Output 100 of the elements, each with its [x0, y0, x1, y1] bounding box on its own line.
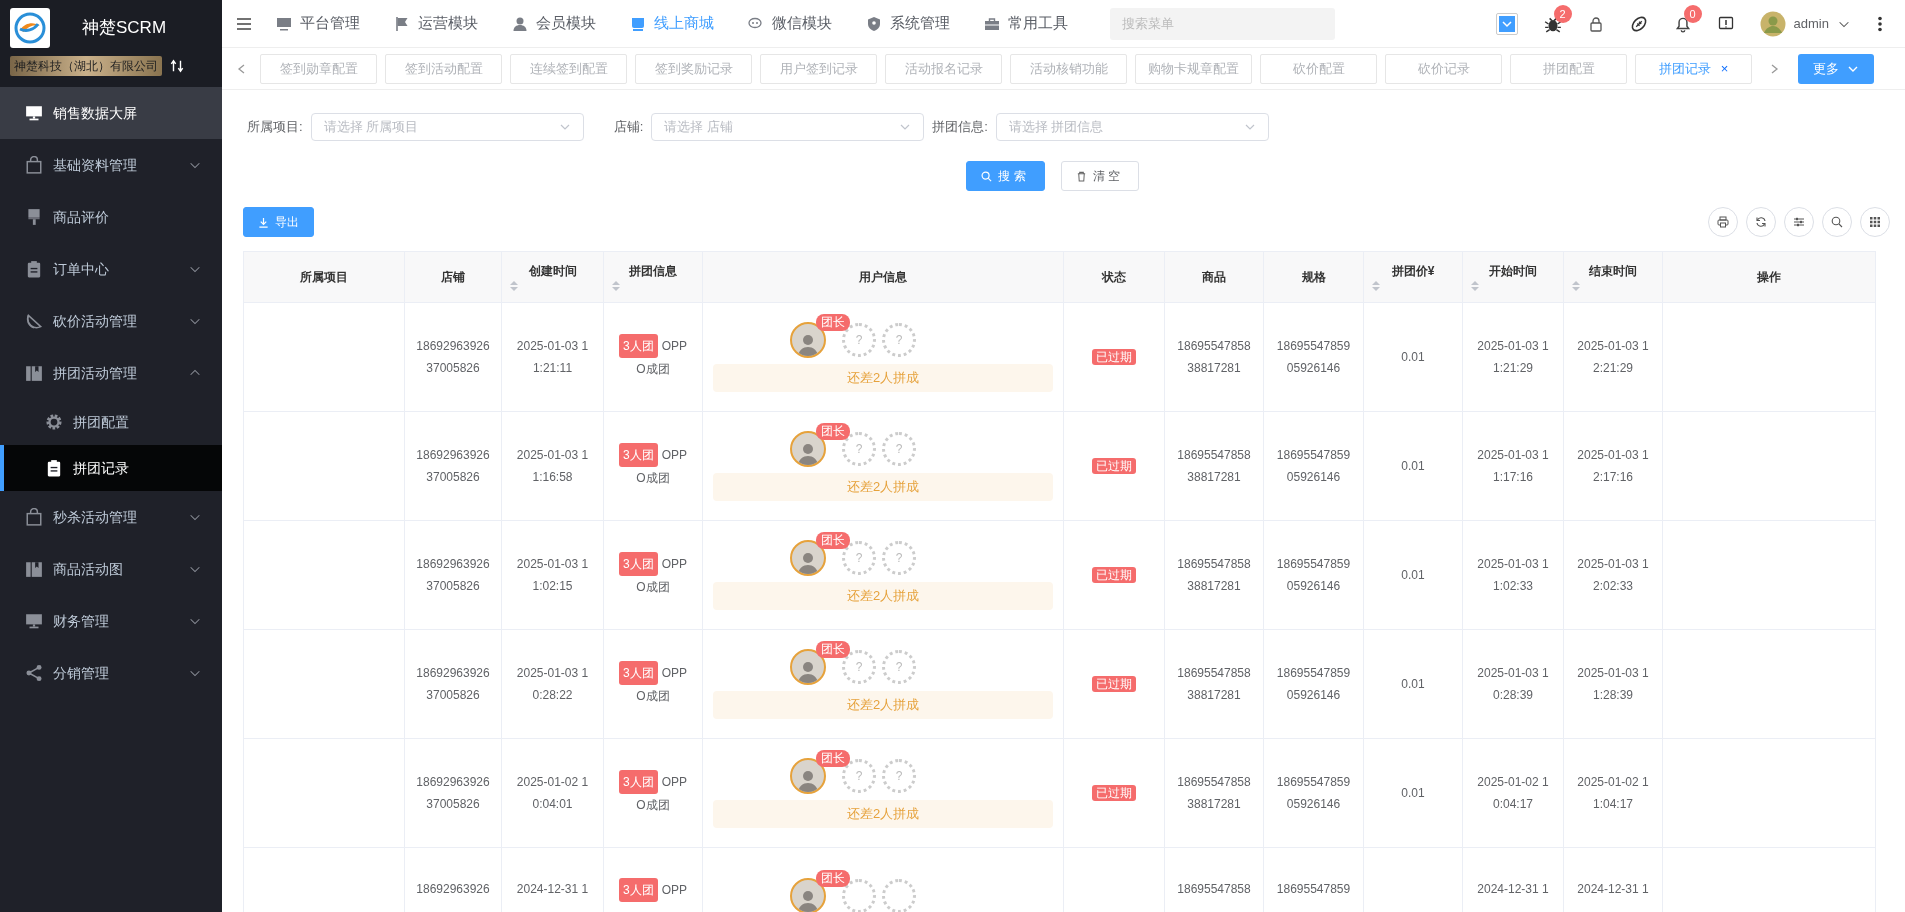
column-header[interactable]: 拼团信息 [603, 251, 703, 303]
top-menu-item[interactable]: 常用工具 [970, 12, 1082, 35]
cell-text: 2025-01-02 1 [515, 774, 590, 791]
status-tag: 已过期 [1092, 785, 1136, 801]
sidebar-item[interactable]: 销售数据大屏 [0, 87, 222, 139]
book-icon [25, 560, 43, 578]
top-menu-item[interactable]: 运营模块 [380, 12, 492, 35]
cell-text: 1:02:15 [531, 578, 574, 595]
top-menu-item[interactable]: 会员模块 [498, 12, 610, 35]
dropdown-toggle-button[interactable] [1495, 12, 1518, 35]
feedback-icon[interactable] [1717, 15, 1734, 32]
leader-tag: 团长 [816, 532, 850, 549]
column-header[interactable]: 开始时间 [1462, 251, 1564, 303]
sidebar-item[interactable]: 秒杀活动管理 [0, 491, 222, 543]
printer-button[interactable] [1708, 207, 1738, 237]
column-header[interactable]: 结束时间 [1563, 251, 1663, 303]
user-name[interactable]: admin [1793, 13, 1829, 34]
sliders-button[interactable] [1784, 207, 1814, 237]
column-header[interactable]: 拼团价¥ [1363, 251, 1463, 303]
sidebar-item[interactable]: 拼团活动管理 [0, 347, 222, 399]
cell-text: 18692963926 [415, 338, 491, 355]
column-header[interactable]: 创建时间 [501, 251, 604, 303]
cell-text: 18695547859 [1275, 556, 1352, 573]
cell-text: 05926146 [1285, 469, 1342, 486]
cell-text: 0:04:01 [531, 796, 574, 813]
company-label: 神楚科技（湖北）有限公司 [10, 56, 162, 76]
cell-text: 2025-01-02 1 [1476, 774, 1550, 791]
refresh-button[interactable] [1746, 207, 1776, 237]
cell-text: 1:02:33 [1491, 578, 1534, 595]
count-badge: 2 [1553, 4, 1572, 23]
cell-text: 1:28:39 [1591, 687, 1634, 704]
progress-hint: 还差2人拼成 [713, 691, 1053, 719]
menu-icon[interactable] [236, 15, 252, 32]
cell-text: 2025-01-03 1 [1476, 447, 1550, 464]
search-icon [1831, 216, 1843, 228]
cell-text: 2025-01-03 1 [515, 665, 590, 682]
sidebar-item[interactable]: 商品活动图 [0, 543, 222, 595]
search-button[interactable] [1822, 207, 1852, 237]
cell-text: 2:02:33 [1591, 578, 1634, 595]
printer-icon [1717, 216, 1729, 228]
cell-text: 38817281 [1186, 360, 1242, 377]
person-icon [512, 15, 528, 32]
cell-text: 18692963926 [415, 665, 491, 682]
grid-button[interactable] [1860, 207, 1890, 237]
group-size-tag: 3人团 [619, 552, 658, 576]
cell-text: 1:04:17 [1591, 796, 1634, 813]
cell-text: 0.01 [1401, 786, 1425, 800]
top-menu-item[interactable]: 微信模块 [734, 12, 846, 35]
column-header: 商品 [1164, 251, 1264, 303]
sidebar-item[interactable]: 商品评价 [0, 191, 222, 243]
group-name: OPP [661, 556, 687, 573]
status-tag: 已过期 [1092, 349, 1136, 365]
more-icon[interactable] [1877, 15, 1883, 32]
cell-text: 05926146 [1285, 578, 1342, 595]
group-size-tag: 3人团 [619, 334, 658, 358]
cell-text: 2:17:16 [1591, 469, 1634, 486]
group-name: OPP [661, 774, 687, 791]
cell-text: 18695547859 [1275, 881, 1352, 898]
tab[interactable]: 拼团记录 × [1635, 53, 1752, 84]
cell-text: 18692963926 [415, 447, 491, 464]
cell-text: 18695547858 [1176, 447, 1252, 464]
cell-text: 18695547859 [1275, 665, 1352, 682]
sidebar-item[interactable]: 拼团记录 [0, 445, 222, 491]
group-name: O成团 [635, 579, 671, 596]
empty-member-slot: ? [882, 541, 916, 575]
sidebar-item[interactable]: 拼团配置 [0, 399, 222, 445]
group-size-tag: 3人团 [619, 770, 658, 794]
cell-text: 0.01 [1401, 568, 1425, 582]
cell-text: 0:04:17 [1491, 796, 1534, 813]
clear-button[interactable]: 清空 [1060, 161, 1139, 191]
group-size-tag: 3人团 [619, 661, 658, 685]
status-tag: 已过期 [1092, 458, 1136, 474]
leader-tag: 团长 [816, 314, 850, 331]
group-name: O成团 [635, 688, 671, 705]
sidebar-item[interactable]: 订单中心 [0, 243, 222, 295]
cell-text: 2025-01-03 1 [1476, 338, 1550, 355]
close-icon[interactable]: × [1720, 58, 1729, 79]
sidebar-item[interactable]: 砍价活动管理 [0, 295, 222, 347]
sidebar-item[interactable]: 基础资料管理 [0, 139, 222, 191]
filter-label: 店铺: [613, 118, 644, 137]
empty-member-slot: ? [882, 323, 916, 357]
column-header: 状态 [1063, 251, 1165, 303]
sidebar-item[interactable]: 财务管理 [0, 595, 222, 647]
cell-text: 18692963926 [415, 774, 491, 791]
cell-text: 0.01 [1401, 459, 1425, 473]
cell-text: 0.01 [1401, 677, 1425, 691]
cell-text: 18695547858 [1176, 665, 1252, 682]
cell-text: 2024-12-31 1 [515, 881, 590, 898]
top-menu-item[interactable]: 平台管理 [262, 12, 374, 35]
brand-title: 神楚SCRM [82, 17, 167, 40]
cell-text: 2025-01-03 1 [1476, 556, 1550, 573]
empty-member-slot [882, 879, 916, 912]
top-menu-item[interactable]: 系统管理 [852, 12, 964, 35]
group-name: OPP [661, 447, 687, 464]
swap-icon[interactable] [170, 59, 184, 73]
football-icon[interactable] [1629, 14, 1648, 33]
lock-icon[interactable] [1587, 15, 1604, 32]
cell-text: 2025-01-03 1 [515, 447, 590, 464]
group-name: O成团 [635, 470, 671, 487]
sidebar-item[interactable]: 分销管理 [0, 647, 222, 699]
